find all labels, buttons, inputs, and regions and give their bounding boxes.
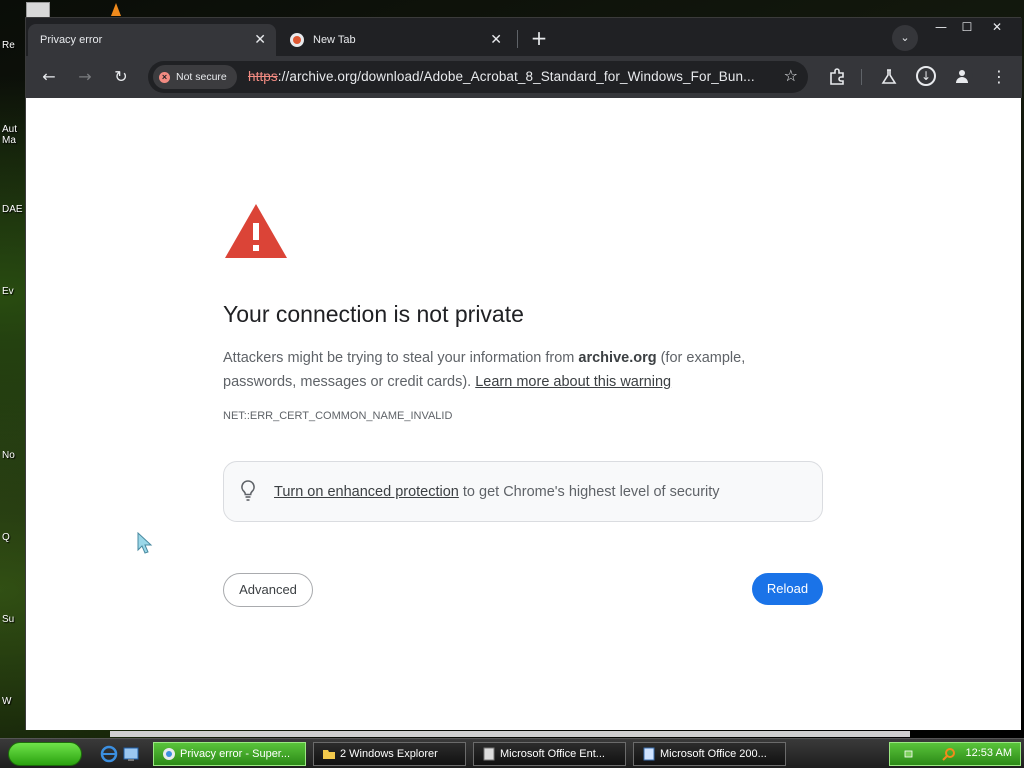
desktop-icon-label[interactable]: Su — [2, 614, 14, 625]
download-icon[interactable]: ↓ — [916, 66, 936, 86]
browser-icon — [162, 747, 176, 761]
toolbar-divider — [861, 69, 862, 85]
taskbar-item-privacy-error[interactable]: Privacy error - Super... — [153, 742, 306, 766]
error-description: Attackers might be trying to steal your … — [223, 346, 803, 394]
tab-separator — [517, 30, 518, 48]
close-window-button[interactable]: ✕ — [982, 18, 1012, 36]
enhanced-protection-text: Turn on enhanced protection to get Chrom… — [274, 484, 720, 500]
desc-text: Attackers might be trying to steal your … — [223, 350, 579, 366]
taskbar-item-label: Microsoft Office Ent... — [500, 748, 605, 760]
more-menu-icon[interactable]: ⋮ — [986, 64, 1012, 90]
taskbar-item-office-ent[interactable]: Microsoft Office Ent... — [473, 742, 626, 766]
horizontal-scrollbar[interactable] — [110, 731, 910, 737]
reload-icon[interactable]: ↻ — [108, 64, 134, 90]
desktop-icon-label[interactable]: No — [2, 450, 15, 461]
error-code: NET::ERR_CERT_COMMON_NAME_INVALID — [223, 410, 453, 422]
advanced-button[interactable]: Advanced — [223, 573, 313, 607]
url-path: ://archive.org/download/Adobe_Acrobat_8_… — [277, 69, 755, 84]
desktop-icon-label[interactable]: Ev — [2, 286, 14, 297]
security-label: Not secure — [176, 71, 227, 83]
desktop-icon-document[interactable] — [26, 2, 50, 18]
desktop-icon-vlc-cone[interactable] — [111, 3, 121, 16]
office-installer-icon — [482, 747, 496, 761]
close-tab-icon[interactable]: ✕ — [254, 32, 266, 46]
address-bar[interactable]: × Not secure https://archive.org/downloa… — [148, 61, 808, 93]
url-scheme: https — [248, 69, 278, 84]
desktop-icon-label[interactable]: Aut Ma — [2, 124, 17, 146]
tab-new-tab[interactable]: New Tab ✕ — [278, 24, 512, 56]
taskbar-item-label: 2 Windows Explorer — [340, 748, 438, 760]
bookmark-star-icon[interactable]: ☆ — [784, 66, 798, 85]
taskbar-item-windows-explorer[interactable]: 2 Windows Explorer — [313, 742, 466, 766]
enhanced-protection-link[interactable]: Turn on enhanced protection — [274, 484, 459, 500]
warning-triangle-icon — [223, 202, 289, 264]
learn-more-link[interactable]: Learn more about this warning — [475, 374, 671, 390]
search-magnifier-tray-icon[interactable] — [942, 747, 956, 761]
new-tab-button[interactable]: + — [526, 26, 552, 52]
error-circle-icon: × — [159, 71, 170, 83]
taskbar-item-office-200[interactable]: Microsoft Office 200... — [633, 742, 786, 766]
folder-icon — [322, 747, 336, 761]
not-secure-chip[interactable]: × Not secure — [153, 65, 237, 89]
page-title: Your connection is not private — [223, 301, 524, 327]
tab-title: Privacy error — [40, 34, 103, 46]
desktop-icon-label[interactable]: DAE — [2, 204, 23, 215]
desc-domain: archive.org — [578, 350, 657, 366]
browser-toolbar: ← → ↻ × Not secure https://archive.org/d… — [26, 56, 1022, 98]
taskbar-item-label: Privacy error - Super... — [180, 748, 291, 760]
desktop-icon-label[interactable]: W — [2, 696, 11, 707]
close-tab-icon[interactable]: ✕ — [490, 32, 502, 46]
tab-privacy-error[interactable]: Privacy error ✕ — [28, 24, 276, 56]
maximize-button[interactable]: ☐ — [952, 18, 982, 36]
taskbar: Privacy error - Super... 2 Windows Explo… — [0, 738, 1024, 768]
lightbulb-icon — [240, 480, 256, 506]
error-page: Your connection is not private Attackers… — [26, 98, 1021, 730]
labs-flask-icon[interactable] — [876, 64, 902, 90]
office-document-icon — [642, 747, 656, 761]
mouse-cursor-icon — [137, 531, 153, 558]
system-tray: 12:53 AM — [889, 742, 1021, 766]
url-text[interactable]: https://archive.org/download/Adobe_Acrob… — [248, 69, 768, 84]
forward-arrow-icon[interactable]: → — [72, 64, 98, 90]
tab-title: New Tab — [313, 34, 356, 46]
reload-button[interactable]: Reload — [752, 573, 823, 605]
tab-strip: Privacy error ✕ New Tab ✕ + ⌄ — ☐ ✕ — [26, 18, 1022, 56]
desktop-icon-label[interactable]: Q — [2, 532, 10, 543]
taskbar-item-label: Microsoft Office 200... — [660, 748, 767, 760]
back-arrow-icon[interactable]: ← — [36, 64, 62, 90]
internet-explorer-icon[interactable] — [100, 745, 118, 763]
show-desktop-icon[interactable] — [122, 745, 140, 763]
clock[interactable]: 12:53 AM — [966, 747, 1012, 759]
profile-avatar-icon[interactable] — [951, 65, 973, 87]
desktop-icon-label[interactable]: Re — [2, 40, 15, 51]
browser-window: Privacy error ✕ New Tab ✕ + ⌄ — ☐ ✕ ← → … — [25, 17, 1022, 730]
enhanced-protection-rest: to get Chrome's highest level of securit… — [458, 484, 720, 500]
start-button[interactable] — [8, 742, 82, 766]
extensions-puzzle-icon[interactable] — [824, 64, 850, 90]
duckduckgo-icon — [290, 33, 304, 47]
tab-search-chevron-icon[interactable]: ⌄ — [892, 25, 918, 51]
network-tray-icon[interactable] — [904, 747, 918, 761]
enhanced-protection-box: Turn on enhanced protection to get Chrom… — [223, 461, 823, 522]
